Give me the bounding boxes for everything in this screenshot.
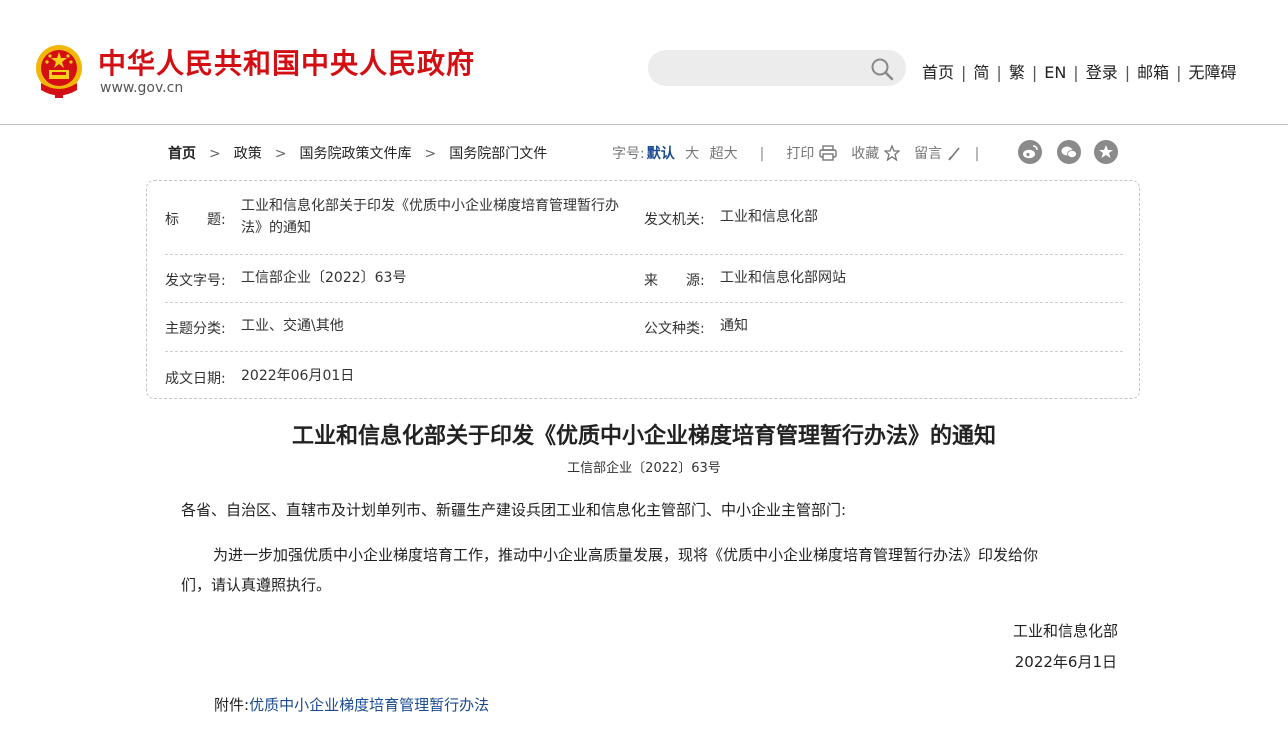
breadcrumb-dept-files[interactable]: 国务院部门文件 [449,146,547,162]
site-header: 中华人民共和国中央人民政府 www.gov.cn 首页 | 简 | 繁 | EN | 登录 | 邮箱… [0,0,1288,125]
meta-date-label: 成文日期: [165,371,226,387]
breadcrumb-arrow: > [424,146,437,162]
meta-type-value: 通知 [720,318,748,334]
nav-home[interactable]: 首页 [922,63,954,82]
meta-docno-value: 工信部企业〔2022〕63号 [241,270,407,286]
tools-divider: | [974,146,980,162]
nav-separator: | [1124,63,1131,82]
search-icon[interactable] [870,57,894,81]
font-size-default[interactable]: 默认 [647,146,675,162]
nav-english[interactable]: EN [1044,63,1066,82]
meta-source-value: 工业和信息化部网站 [720,270,846,286]
font-size-xlarge[interactable]: 超大 [710,146,738,162]
signer: 工业和信息化部 [1012,622,1118,640]
favorite-share-icon[interactable] [1094,140,1118,164]
breadcrumb-policy[interactable]: 政策 [234,146,262,162]
nav-separator: | [1073,63,1079,82]
breadcrumb: 首页 > 政策 > 国务院政策文件库 > 国务院部门文件 [168,143,547,163]
meta-row-topic: 主题分类: 工业、交通\其他 公文种类: 通知 [165,302,1123,352]
pencil-icon [947,147,960,161]
meta-title-label: 标 题: [165,212,226,228]
wechat-share-icon[interactable] [1057,140,1081,164]
sign-date: 2022年6月1日 [1014,653,1117,671]
meta-issuer-value: 工业和信息化部 [720,209,818,225]
attachment: 附件:优质中小企业梯度培育管理暂行办法 [214,694,489,715]
breadcrumb-arrow: > [209,146,221,162]
star-icon [883,145,900,161]
meta-row-docno: 发文字号: 工信部企业〔2022〕63号 来 源: 工业和信息化部网站 [165,254,1123,303]
document-number: 工信部企业〔2022〕63号 [567,461,721,476]
printer-icon [819,145,837,161]
meta-title-value: 工业和信息化部关于印发《优质中小企业梯度培育管理暂行办法》的通知 [241,198,619,236]
tools-divider: | [759,146,765,162]
meta-topic-label: 主题分类: [165,321,226,337]
nav-separator: | [1176,63,1182,82]
meta-row-title: 标 题: 工业和信息化部关于印发《优质中小企业梯度培育管理暂行办法》的通知 发文… [165,181,1123,255]
site-title[interactable]: 中华人民共和国中央人民政府 [98,42,475,82]
meta-source-label: 来 源: [644,273,705,289]
nav-accessibility[interactable]: 无障碍 [1189,63,1237,82]
attachment-label: 附件: [214,696,250,714]
meta-issuer-label: 发文机关: [644,212,705,228]
nav-simplified[interactable]: 简 [973,63,989,82]
weibo-share-icon[interactable] [1018,140,1042,164]
nav-traditional[interactable]: 繁 [1009,63,1025,82]
font-size-large[interactable]: 大 [685,146,699,162]
breadcrumb-arrow: > [274,146,287,162]
search-input[interactable] [664,56,868,82]
meta-date-value: 2022年06月01日 [241,368,355,384]
breadcrumb-policy-library[interactable]: 国务院政策文件库 [299,146,411,162]
print-button[interactable]: 打印 [786,145,837,162]
favorite-label: 收藏 [851,146,880,162]
comment-label: 留言 [914,146,943,162]
salutation: 各省、自治区、直辖市及计划单列市、新疆生产建设兵团工业和信息化主管部门、中小企业… [181,501,847,519]
document-title: 工业和信息化部关于印发《优质中小企业梯度培育管理暂行办法》的通知 [291,423,996,449]
font-size-label: 字号: [612,146,645,162]
search-box [648,50,906,86]
nav-login[interactable]: 登录 [1086,63,1118,82]
nav-separator: | [1031,63,1038,82]
national-emblem-icon[interactable] [33,43,85,99]
print-label: 打印 [786,146,815,162]
top-nav: 首页 | 简 | 繁 | EN | 登录 | 邮箱 | 无障碍 [922,59,1237,83]
attachment-link[interactable]: 优质中小企业梯度培育管理暂行办法 [249,696,489,714]
nav-separator: | [961,63,967,82]
favorite-button[interactable]: 收藏 [851,145,900,162]
meta-docno-label: 发文字号: [165,273,226,289]
article-tools: 字号: 默认 大 超大 | 打印 收藏 留言 | [612,143,987,163]
paragraph-line-2: 们，请认真遵照执行。 [181,576,332,594]
meta-type-label: 公文种类: [644,321,705,337]
paragraph-line-1: 为进一步加强优质中小企业梯度培育工作，推动中小企业高质量发展，现将《优质中小企业… [213,546,1039,564]
meta-topic-value: 工业、交通\其他 [241,318,344,334]
site-domain: www.gov.cn [100,80,184,96]
document-meta-box: 标 题: 工业和信息化部关于印发《优质中小企业梯度培育管理暂行办法》的通知 发文… [146,180,1140,399]
nav-separator: | [996,63,1002,82]
breadcrumb-home[interactable]: 首页 [168,146,196,162]
comment-button[interactable]: 留言 [914,146,960,162]
nav-mail[interactable]: 邮箱 [1137,63,1169,82]
